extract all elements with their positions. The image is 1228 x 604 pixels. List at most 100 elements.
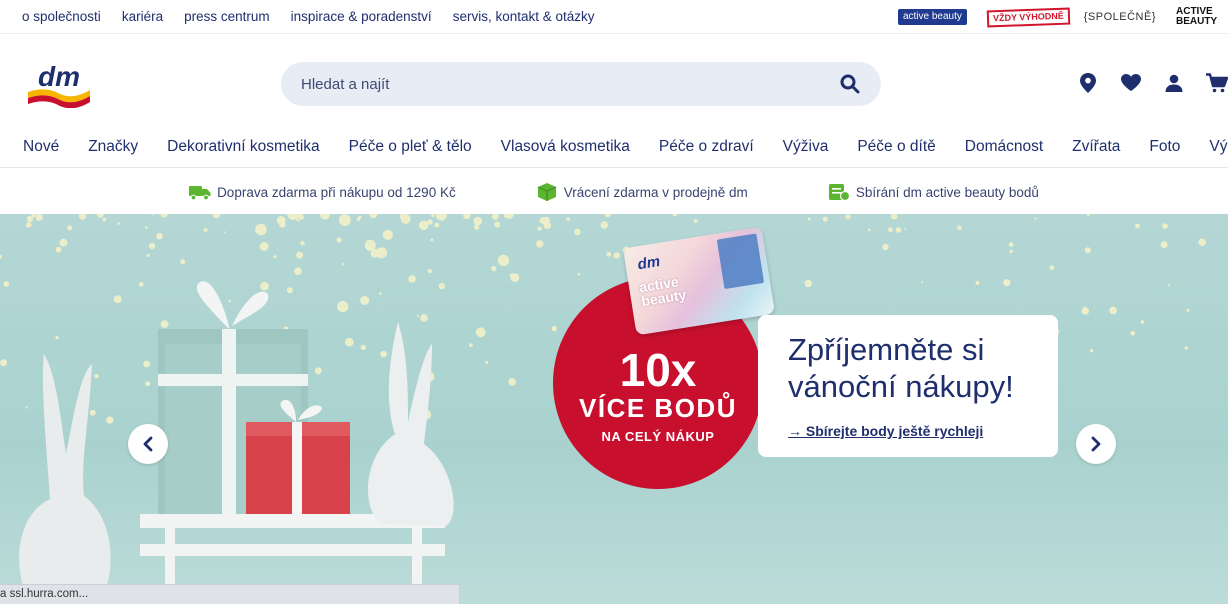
benefit-points[interactable]: Sbírání dm active beauty bodů xyxy=(828,183,1039,202)
snow-dot xyxy=(1081,307,1090,315)
snow-dot xyxy=(1009,249,1013,254)
snow-dot xyxy=(672,214,678,217)
snow-dot xyxy=(822,216,828,222)
nav-item-decorative[interactable]: Dekorativní kosmetika xyxy=(167,138,319,156)
nav-item-skin-body[interactable]: Péče o pleť & tělo xyxy=(349,138,472,156)
top-link-company[interactable]: o společnosti xyxy=(22,9,101,24)
points-subtext: NA CELÝ NÁKUP xyxy=(601,429,715,444)
top-link-service[interactable]: servis, kontakt & otázky xyxy=(453,9,595,24)
snow-dot xyxy=(1186,308,1190,312)
points-text: VÍCE BODŮ xyxy=(579,393,737,423)
snow-dot xyxy=(1109,306,1117,315)
heart-icon[interactable] xyxy=(1120,72,1142,94)
nav-item-photo[interactable]: Foto xyxy=(1149,138,1180,156)
spolecne-badge[interactable]: {SPOLEČNĚ} xyxy=(1084,11,1156,23)
nav-item-brands[interactable]: Značky xyxy=(88,138,138,156)
box-icon xyxy=(536,183,558,201)
benefit-text: Doprava zdarma při nákupu od 1290 Kč xyxy=(217,184,456,200)
benefits-strip: Doprava zdarma při nákupu od 1290 Kč Vrá… xyxy=(0,171,1228,213)
nav-item-sale[interactable]: Výprodej xyxy=(1209,138,1228,156)
carousel-prev-button[interactable] xyxy=(128,424,168,464)
snow-dot xyxy=(536,240,544,248)
dm-logo[interactable]: dm xyxy=(26,60,92,109)
snow-dot xyxy=(895,227,902,233)
card-panel xyxy=(716,233,765,290)
nav-item-baby[interactable]: Péče o dítě xyxy=(857,138,935,156)
top-link-press[interactable]: press centrum xyxy=(184,9,270,24)
snow-dot xyxy=(1034,217,1037,220)
hero-message-box[interactable]: Zpříjemněte si vánoční nákupy! → Sbírejt… xyxy=(758,315,1058,457)
snow-dot xyxy=(1135,223,1140,229)
snow-dot xyxy=(1084,247,1091,254)
snow-dot xyxy=(566,217,571,221)
logo-text: dm xyxy=(38,61,80,92)
card-brand: dm xyxy=(636,252,662,274)
snow-dot xyxy=(957,225,962,230)
snow-dot xyxy=(1130,331,1135,336)
snow-dot xyxy=(975,280,980,285)
snow-dot xyxy=(539,217,547,224)
top-links: o společnosti kariéra press centrum insp… xyxy=(0,9,616,24)
snow-dot xyxy=(845,214,851,220)
snow-dot xyxy=(1086,214,1090,217)
gift-illustration xyxy=(19,281,454,604)
snow-dot xyxy=(1160,241,1168,249)
snow-dot xyxy=(1089,349,1094,353)
snow-dot xyxy=(882,243,889,251)
snow-dot xyxy=(600,221,608,229)
truck-icon xyxy=(189,183,211,201)
search-bar[interactable]: Hledat a najít xyxy=(281,62,881,106)
chevron-right-icon xyxy=(1091,436,1101,452)
points-multiplier: 10x xyxy=(619,344,697,396)
snow-dot xyxy=(890,214,898,220)
main-nav: Nové Značky Dekorativní kosmetika Péče o… xyxy=(0,126,1228,168)
cart-icon[interactable] xyxy=(1206,72,1228,94)
nav-item-hair[interactable]: Vlasová kosmetika xyxy=(501,138,630,156)
map-pin-icon[interactable] xyxy=(1077,72,1099,94)
search-input[interactable]: Hledat a najít xyxy=(281,76,839,93)
snow-dot xyxy=(1198,238,1206,246)
brand-links: active beauty VŽDY VÝHODNĚ {SPOLEČNĚ} AC… xyxy=(897,0,1222,34)
snow-dot xyxy=(888,227,893,233)
header: dm Hledat a najít xyxy=(0,34,1228,126)
nav-item-animals[interactable]: Zvířata xyxy=(1072,138,1120,156)
hero-banner[interactable]: 10x VÍCE BODŮ NA CELÝ NÁKUP dm active be… xyxy=(0,214,1228,604)
snow-dot xyxy=(577,272,581,276)
snow-dot xyxy=(904,227,907,230)
user-icon[interactable] xyxy=(1163,72,1185,94)
snow-dot xyxy=(1162,223,1168,229)
snow-dot xyxy=(1003,279,1011,287)
card-icon xyxy=(828,183,850,202)
top-link-career[interactable]: kariéra xyxy=(122,9,163,24)
snow-dot xyxy=(551,325,557,332)
snow-dot xyxy=(1140,320,1145,324)
top-link-inspiration[interactable]: inspirace & poradenství xyxy=(291,9,432,24)
snow-dot xyxy=(574,228,581,236)
nav-item-new[interactable]: Nové xyxy=(23,138,59,156)
benefit-free-shipping[interactable]: Doprava zdarma při nákupu od 1290 Kč xyxy=(189,183,456,201)
snow-dot xyxy=(1049,265,1055,270)
snow-dot xyxy=(921,281,924,284)
carousel-next-button[interactable] xyxy=(1076,424,1116,464)
snow-dot xyxy=(693,219,698,223)
active-beauty-logo[interactable]: ACTIVE BEAUTY xyxy=(1176,7,1222,27)
nav-item-household[interactable]: Domácnost xyxy=(965,138,1043,156)
hero-title: Zpříjemněte si vánoční nákupy! xyxy=(788,332,1014,404)
search-icon[interactable] xyxy=(839,73,861,95)
vzdy-vyhodne-badge[interactable]: VŽDY VÝHODNĚ xyxy=(986,7,1071,27)
browser-status-bar: a ssl.hurra.com... xyxy=(0,584,460,604)
snow-dot xyxy=(867,228,871,232)
nav-item-health[interactable]: Péče o zdraví xyxy=(659,138,754,156)
hero-cta-link[interactable]: → Sbírejte body ještě rychleji xyxy=(788,423,983,439)
chevron-left-icon xyxy=(143,436,153,452)
snow-dot xyxy=(1167,283,1171,287)
header-icons xyxy=(1056,72,1228,94)
benefit-text: Vrácení zdarma v prodejně dm xyxy=(563,184,748,200)
benefit-free-return[interactable]: Vrácení zdarma v prodejně dm xyxy=(536,183,748,201)
snow-dot xyxy=(804,279,812,288)
benefit-text: Sbírání dm active beauty bodů xyxy=(855,184,1039,200)
active-beauty-badge[interactable]: active beauty xyxy=(897,9,967,25)
nav-item-nutrition[interactable]: Výživa xyxy=(783,138,829,156)
snow-dot xyxy=(1184,346,1188,350)
card-label: active beauty xyxy=(638,273,687,309)
